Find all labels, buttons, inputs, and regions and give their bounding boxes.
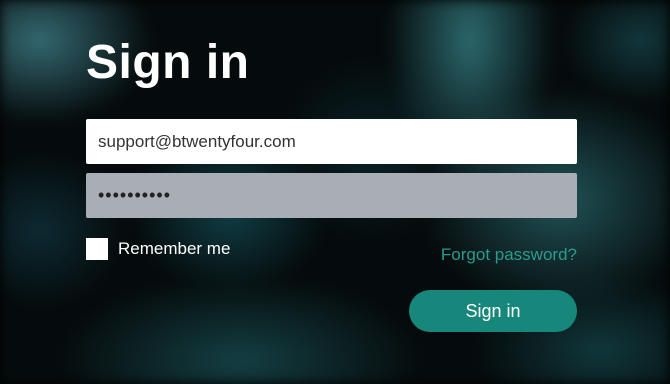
remember-me-toggle[interactable]: Remember me bbox=[86, 238, 230, 260]
remember-me-label: Remember me bbox=[118, 239, 231, 258]
sign-in-form: Sign in Remember me Forgot password? Sig… bbox=[86, 0, 577, 384]
sign-in-button[interactable]: Sign in bbox=[409, 290, 577, 332]
page-title: Sign in bbox=[86, 36, 250, 89]
email-field[interactable] bbox=[86, 119, 577, 164]
remember-me-checkbox[interactable] bbox=[86, 238, 108, 260]
password-field[interactable] bbox=[86, 173, 577, 218]
forgot-password-link[interactable]: Forgot password? bbox=[441, 245, 577, 265]
